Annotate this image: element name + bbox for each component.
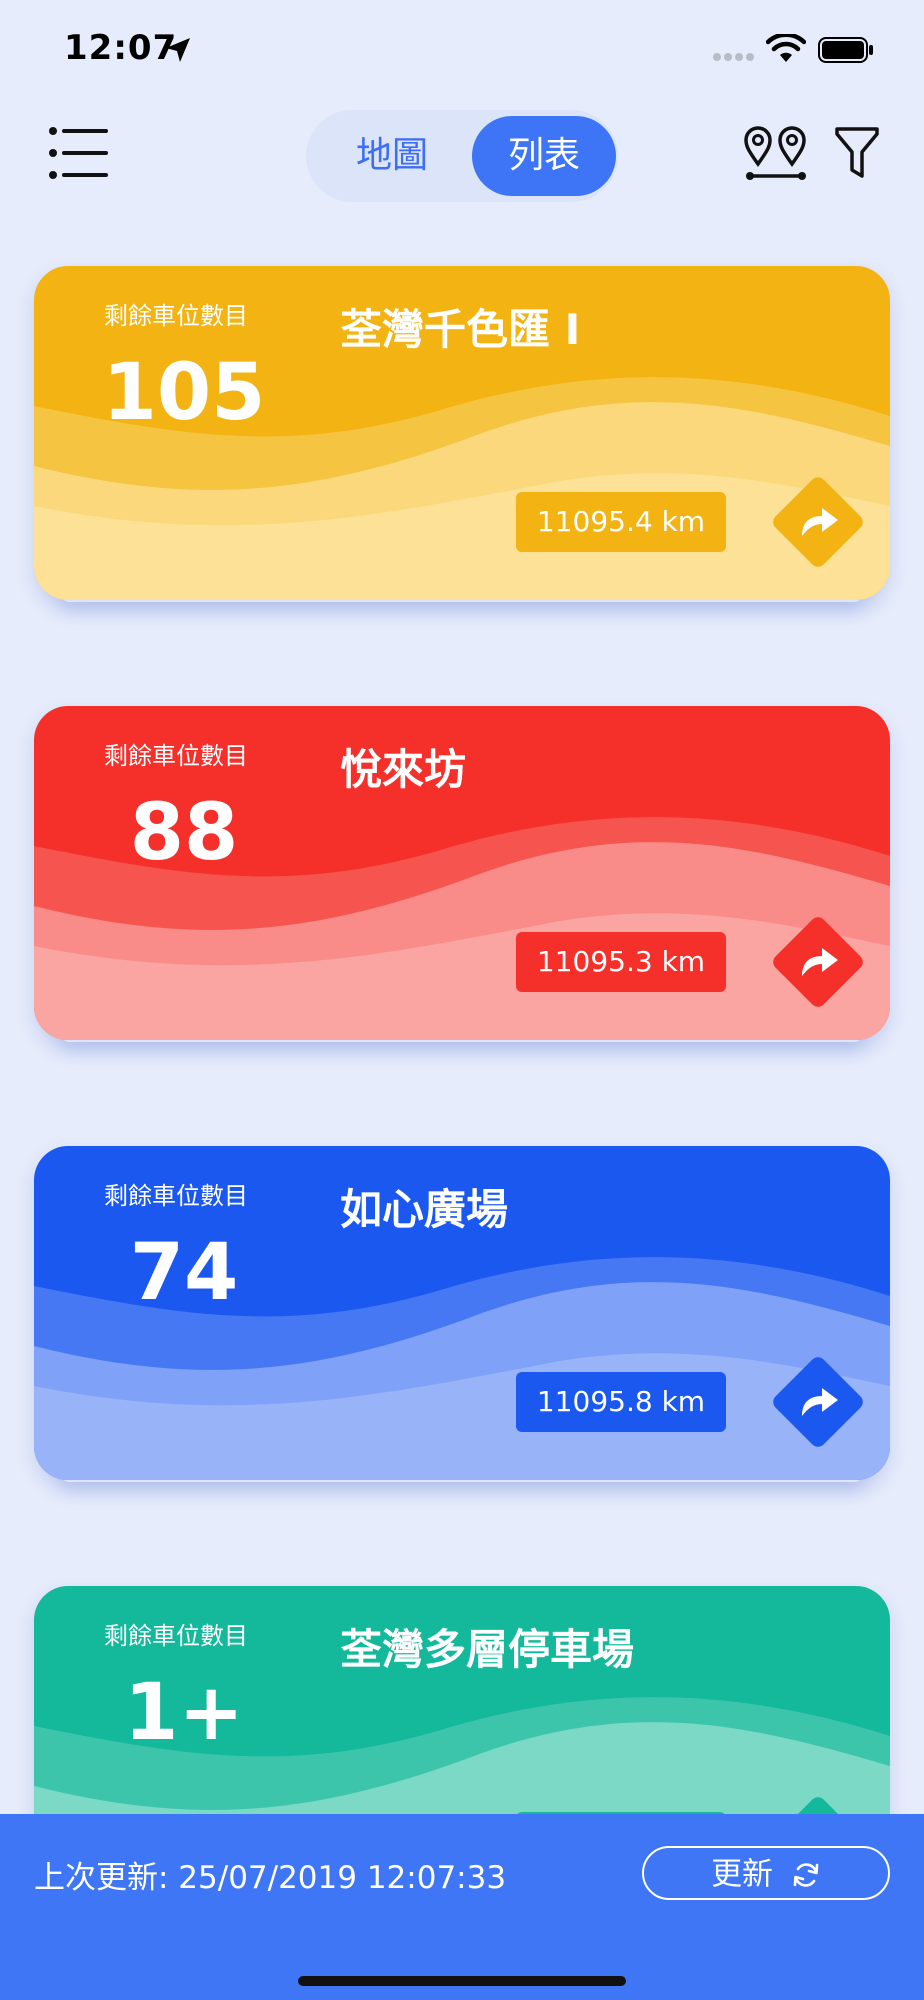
- cellular-signal-icon: [713, 53, 754, 61]
- view-segmented-control: 地圖 列表: [306, 110, 618, 202]
- filter-icon[interactable]: [834, 126, 880, 180]
- carpark-name: 如心廣場: [340, 1185, 509, 1234]
- wifi-icon: [766, 34, 806, 62]
- home-indicator: [298, 1976, 626, 1986]
- status-time: 12:07: [64, 28, 178, 68]
- remaining-spaces-label: 剩餘車位數目: [104, 302, 248, 330]
- directions-button[interactable]: [760, 1344, 876, 1460]
- card-body[interactable]: 剩餘車位數目 105 荃灣千色匯 I 11095.4 km: [34, 266, 890, 600]
- status-bar: 12:07: [0, 0, 924, 100]
- refresh-button[interactable]: 更新: [642, 1846, 890, 1900]
- carpark-card[interactable]: 剩餘車位數目 88 悅來坊 11095.3 km: [34, 706, 890, 1066]
- carpark-name: 荃灣多層停車場: [340, 1625, 635, 1674]
- location-arrow-icon: [166, 38, 190, 62]
- remaining-spaces-label: 剩餘車位數目: [104, 1182, 248, 1210]
- remaining-spaces-count: 88: [129, 788, 239, 878]
- remaining-spaces-label: 剩餘車位數目: [104, 1622, 248, 1650]
- tab-map[interactable]: 地圖: [320, 116, 464, 196]
- refresh-icon: [793, 1862, 819, 1887]
- remaining-spaces-count: 105: [102, 348, 266, 438]
- directions-button[interactable]: [760, 464, 876, 580]
- distance-badge: 11095.8 km: [516, 1372, 726, 1432]
- remaining-spaces-count: 1+: [124, 1668, 244, 1758]
- carpark-card[interactable]: 剩餘車位數目 74 如心廣場 11095.8 km: [34, 1146, 890, 1506]
- route-pins-icon[interactable]: [744, 124, 808, 182]
- hamburger-menu-icon[interactable]: [48, 126, 110, 180]
- card-body[interactable]: 剩餘車位數目 74 如心廣場 11095.8 km: [34, 1146, 890, 1480]
- carpark-name: 悅來坊: [340, 745, 467, 794]
- remaining-spaces-count: 74: [129, 1228, 239, 1318]
- carpark-name: 荃灣千色匯 I: [340, 305, 581, 354]
- carpark-card[interactable]: 剩餘車位數目 105 荃灣千色匯 I 11095.4 km: [34, 266, 890, 626]
- update-footer: 上次更新: 25/07/2019 12:07:33 更新: [0, 1814, 924, 2000]
- refresh-label: 更新: [711, 1856, 774, 1893]
- tab-list[interactable]: 列表: [472, 116, 616, 196]
- directions-button[interactable]: [760, 904, 876, 1020]
- battery-icon: [818, 37, 873, 63]
- distance-badge: 11095.3 km: [516, 932, 726, 992]
- card-body[interactable]: 剩餘車位數目 88 悅來坊 11095.3 km: [34, 706, 890, 1040]
- distance-badge: 11095.4 km: [516, 492, 726, 552]
- remaining-spaces-label: 剩餘車位數目: [104, 742, 248, 770]
- last-update-text: 上次更新: 25/07/2019 12:07:33: [34, 1860, 507, 1896]
